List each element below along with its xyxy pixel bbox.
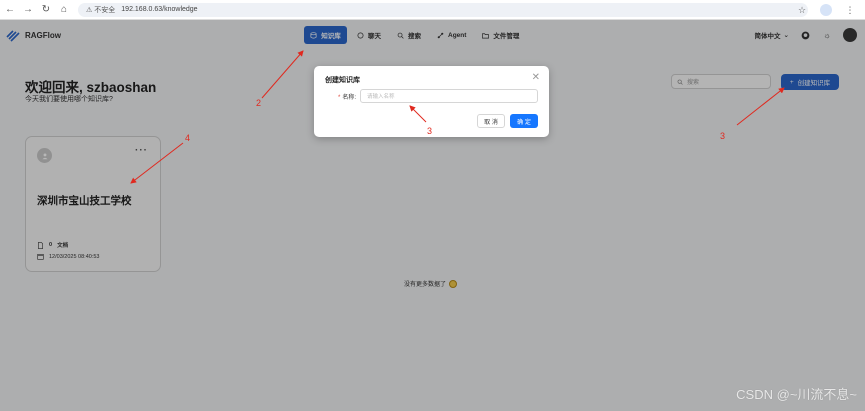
dialog-title: 创建知识库 — [325, 77, 360, 84]
watermark: CSDN @~川流不息~ — [736, 387, 857, 402]
url-text: 192.168.0.63/knowledge — [121, 6, 198, 13]
browser-bar: ← → ↻ ⌂ ⚠ 不安全 192.168.0.63/knowledge ☆ ⋮ — [0, 0, 865, 20]
required-marker: * — [338, 95, 341, 101]
menu-dots-icon[interactable]: ⋮ — [843, 3, 857, 17]
forward-icon[interactable]: → — [20, 2, 36, 18]
name-input-placeholder: 请输入名称 — [367, 94, 395, 100]
address-bar[interactable]: ⚠ 不安全 192.168.0.63/knowledge — [78, 2, 808, 17]
home-icon[interactable]: ⌂ — [56, 2, 72, 18]
annotation-label-2: 2 — [256, 98, 262, 108]
reload-icon[interactable]: ↻ — [38, 2, 54, 18]
warning-icon: ⚠ — [86, 6, 93, 14]
annotation-label-3-modal: 3 — [427, 126, 433, 136]
annotation-label-3-button: 3 — [720, 131, 726, 141]
security-warning[interactable]: ⚠ 不安全 — [86, 5, 115, 15]
name-field-label: * 名称: — [338, 95, 357, 101]
back-icon[interactable]: ← — [2, 2, 18, 18]
profile-icon[interactable] — [819, 3, 833, 17]
annotation-label-4: 4 — [185, 133, 191, 143]
cancel-button[interactable]: 取 消 — [477, 114, 505, 128]
name-input[interactable]: 请输入名称 — [360, 89, 538, 103]
confirm-button[interactable]: 确 定 — [510, 114, 538, 128]
bookmark-star-icon[interactable]: ☆ — [795, 3, 809, 17]
close-icon[interactable]: ✕ — [532, 72, 540, 83]
